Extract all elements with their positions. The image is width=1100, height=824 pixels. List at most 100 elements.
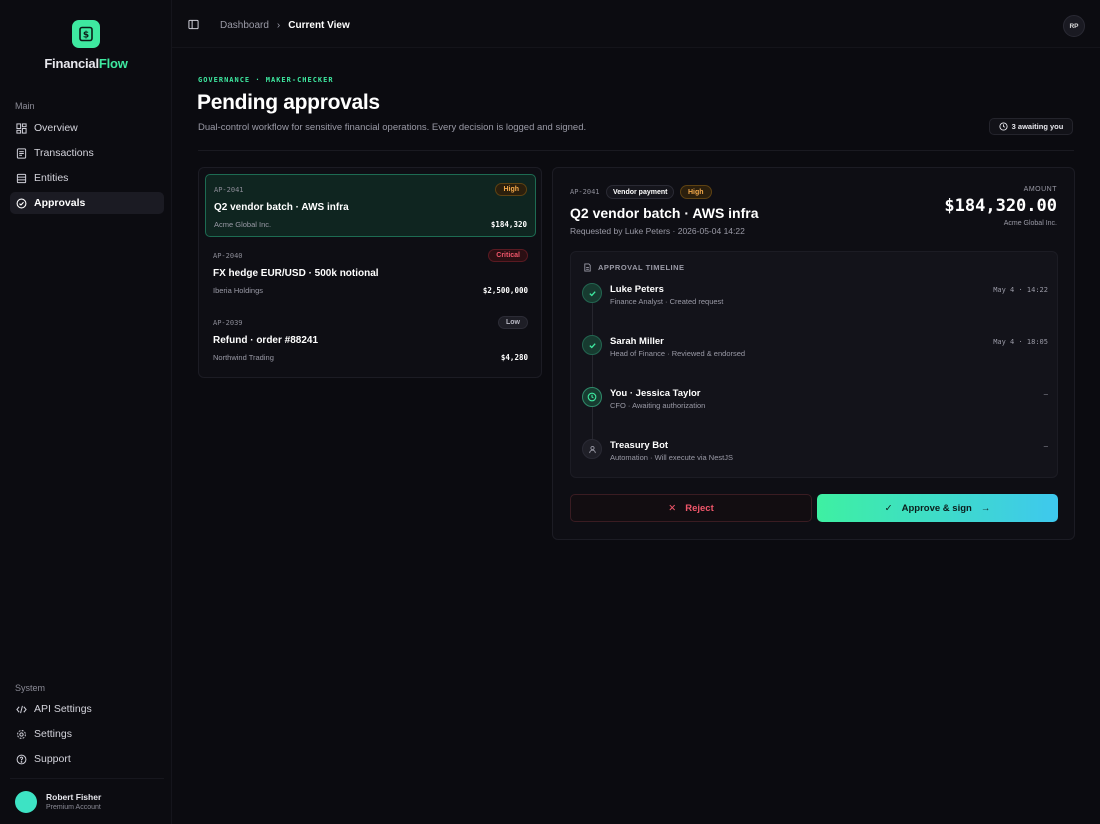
step-time: — xyxy=(1043,442,1048,450)
sidebar-item-api-settings[interactable]: API Settings xyxy=(10,698,164,720)
sidebar-item-entities[interactable]: Entities xyxy=(10,167,164,189)
main-section-label: Main xyxy=(15,101,35,111)
receipt-icon xyxy=(16,147,27,159)
app-logo[interactable]: $ FinancialFlow xyxy=(0,20,172,71)
approve-sign-button[interactable]: ✓ Approve & sign → xyxy=(817,494,1058,522)
reject-button[interactable]: ✕ Reject xyxy=(570,494,812,522)
sidebar-item-label: Entities xyxy=(34,172,69,184)
reject-label: Reject xyxy=(685,502,714,514)
request-id: AP-2039 xyxy=(213,319,243,327)
page-subtitle: Dual-control workflow for sensitive fina… xyxy=(198,122,587,133)
request-amount: $184,320 xyxy=(490,220,527,229)
app-name-part2: Flow xyxy=(98,56,128,71)
request-id: AP-2041 xyxy=(214,186,244,194)
detail-amount: $184,320.00 xyxy=(944,196,1057,216)
check-icon xyxy=(582,283,602,303)
request-type-badge: Vendor payment xyxy=(606,185,675,199)
priority-badge: Low xyxy=(498,316,528,329)
sidebar-item-support[interactable]: Support xyxy=(10,748,164,770)
timeline-step: Treasury Bot Automation · Will execute v… xyxy=(582,439,1048,479)
step-role: Finance Analyst · Created request xyxy=(610,297,724,306)
user-name: Robert Fisher xyxy=(46,792,102,802)
step-time: May 4 · 14:22 xyxy=(993,286,1048,294)
detail-entity: Acme Global Inc. xyxy=(1003,220,1057,227)
avatar xyxy=(15,790,37,813)
detail-priority-badge: High xyxy=(680,185,712,199)
breadcrumb-dashboard[interactable]: Dashboard xyxy=(220,20,269,31)
app-name-part1: Financial xyxy=(44,56,99,71)
step-time: — xyxy=(1043,390,1048,398)
sidebar-item-label: Support xyxy=(34,753,71,765)
sidebar-item-transactions[interactable]: Transactions xyxy=(10,142,164,164)
arrow-right-icon: → xyxy=(980,502,991,514)
sidebar-item-overview[interactable]: Overview xyxy=(10,117,164,139)
breadcrumb: Dashboard › Current View xyxy=(220,20,350,31)
step-name: You · Jessica Taylor xyxy=(610,388,701,399)
check-icon: ✓ xyxy=(884,502,893,514)
approve-label: Approve & sign xyxy=(901,502,972,514)
sidebar-item-approvals[interactable]: Approvals xyxy=(10,192,164,214)
timeline-step: You · Jessica Taylor CFO · Awaiting auth… xyxy=(582,387,1048,427)
sidebar-toggle-icon[interactable] xyxy=(188,19,199,30)
chevron-right-icon: › xyxy=(276,20,281,31)
clock-icon xyxy=(582,387,602,407)
sidebar-item-label: API Settings xyxy=(34,703,92,715)
page-title: Pending approvals xyxy=(197,91,380,114)
sidebar: $ FinancialFlow Main Overview Transactio… xyxy=(0,0,172,824)
user-icon xyxy=(582,439,602,459)
request-title: FX hedge EUR/USD · 500k notional xyxy=(213,268,379,279)
step-time: May 4 · 18:05 xyxy=(993,338,1048,346)
sidebar-item-settings[interactable]: Settings xyxy=(10,723,164,745)
detail-title: Q2 vendor batch · AWS infra xyxy=(570,205,759,221)
request-title: Q2 vendor batch · AWS infra xyxy=(214,202,349,213)
dollar-logo-icon: $ xyxy=(72,20,100,48)
document-icon xyxy=(584,263,591,272)
user-profile[interactable]: Robert Fisher Premium Account xyxy=(10,778,164,824)
request-detail: AP-2041 Vendor payment High Q2 vendor ba… xyxy=(552,167,1075,540)
step-name: Sarah Miller xyxy=(610,336,664,347)
approval-timeline: APPROVAL TIMELINE Luke Peters Finance An… xyxy=(570,251,1058,478)
grid-icon xyxy=(16,122,27,134)
user-plan: Premium Account xyxy=(46,804,101,811)
help-circle-icon xyxy=(16,754,27,764)
breadcrumb-current: Current View xyxy=(288,20,350,31)
detail-requested-by: Requested by Luke Peters · 2026-05-04 14… xyxy=(570,226,745,236)
user-avatar-button[interactable]: RP xyxy=(1063,15,1085,37)
request-id: AP-2040 xyxy=(213,252,243,260)
timeline-title: APPROVAL TIMELINE xyxy=(598,263,685,272)
sidebar-item-label: Approvals xyxy=(34,197,86,209)
database-icon xyxy=(16,173,27,183)
clock-icon xyxy=(999,122,1008,131)
awaiting-badge: 3 awaiting you xyxy=(989,118,1073,135)
step-role: Head of Finance · Reviewed & endorsed xyxy=(610,349,746,358)
amount-label: AMOUNT xyxy=(1023,186,1057,193)
step-role: Automation · Will execute via NestJS xyxy=(610,453,733,462)
step-role: CFO · Awaiting authorization xyxy=(610,401,706,410)
timeline-step: Luke Peters Finance Analyst · Created re… xyxy=(582,283,1048,323)
svg-text:$: $ xyxy=(83,31,89,41)
app-name: FinancialFlow xyxy=(0,56,172,71)
check-icon xyxy=(582,335,602,355)
gear-icon xyxy=(17,729,26,739)
request-card-ap-2040[interactable]: AP-2040 Critical FX hedge EUR/USD · 500k… xyxy=(205,241,536,304)
priority-badge: Critical xyxy=(488,249,528,262)
request-card-ap-2041[interactable]: AP-2041 High Q2 vendor batch · AWS infra… xyxy=(205,174,536,237)
close-icon: ✕ xyxy=(668,502,677,514)
system-section-label: System xyxy=(15,683,46,693)
timeline-header: APPROVAL TIMELINE xyxy=(583,263,685,272)
sidebar-item-label: Overview xyxy=(34,122,78,134)
request-entity: Acme Global Inc. xyxy=(214,220,272,229)
priority-badge: High xyxy=(495,183,527,196)
page-eyebrow: GOVERNANCE · MAKER-CHECKER xyxy=(198,76,334,84)
request-title: Refund · order #88241 xyxy=(213,335,319,346)
request-entity: Iberia Holdings xyxy=(213,286,264,295)
top-bar: Dashboard › Current View RP xyxy=(172,0,1100,48)
request-list: AP-2041 High Q2 vendor batch · AWS infra… xyxy=(198,167,542,378)
step-name: Treasury Bot xyxy=(610,440,669,451)
request-entity: Northwind Trading xyxy=(213,353,274,362)
sidebar-item-label: Transactions xyxy=(34,147,94,159)
header-divider xyxy=(198,150,1074,151)
request-amount: $2,500,000 xyxy=(482,286,528,295)
request-card-ap-2039[interactable]: AP-2039 Low Refund · order #88241 Northw… xyxy=(205,308,536,371)
step-name: Luke Peters xyxy=(610,284,664,295)
